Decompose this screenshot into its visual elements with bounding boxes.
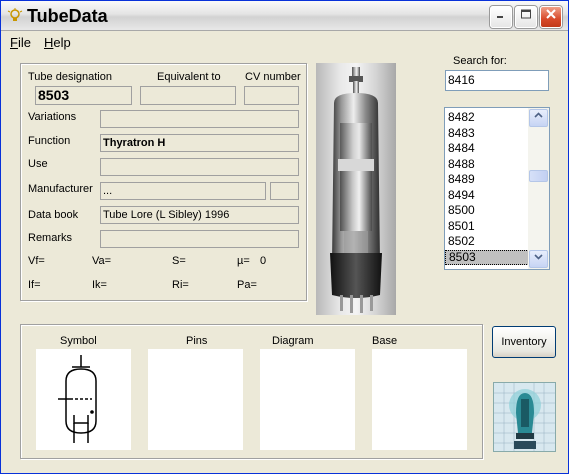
tube-list: 8482 8483 8484 8488 8489 8494 8500 8501 … [445, 110, 529, 265]
list-item[interactable]: 8494 [445, 188, 529, 204]
scroll-down-button[interactable] [529, 250, 548, 268]
maximize-icon [520, 9, 532, 24]
diagram-label: Diagram [272, 335, 314, 347]
window-title: TubeData [27, 6, 108, 26]
pins-box [148, 349, 243, 450]
list-item[interactable]: 8489 [445, 172, 529, 188]
tubedata-logo [493, 382, 556, 452]
close-button[interactable] [540, 6, 562, 28]
param-va: Va= [92, 255, 112, 267]
databook-label: Data book [28, 209, 79, 221]
menu-bar: File Help [1, 32, 568, 52]
equivalent-label: Equivalent to [157, 71, 221, 83]
search-input[interactable]: 8416 [445, 70, 549, 91]
tube-listbox[interactable]: 8482 8483 8484 8488 8489 8494 8500 8501 … [444, 107, 550, 270]
param-ik: Ik= [92, 279, 107, 291]
chevron-up-icon [534, 112, 543, 122]
minimize-icon [495, 9, 507, 24]
use-label: Use [28, 158, 48, 170]
base-box [372, 349, 467, 450]
variations-field[interactable] [100, 110, 299, 128]
maximize-button[interactable] [515, 6, 537, 28]
param-if: If= [28, 279, 41, 291]
param-s: S= [172, 255, 186, 267]
manufacturer-label: Manufacturer [28, 183, 93, 195]
param-ri: Ri= [172, 279, 189, 291]
param-mu-value: 0 [260, 255, 267, 267]
menu-help[interactable]: Help [44, 35, 71, 50]
list-item[interactable]: 8488 [445, 157, 529, 173]
symbol-label: Symbol [60, 335, 97, 347]
chevron-down-icon [534, 254, 543, 263]
variations-label: Variations [28, 111, 77, 123]
remarks-field[interactable] [100, 230, 299, 248]
manufacturer-code-field[interactable] [270, 182, 299, 200]
remarks-label: Remarks [28, 232, 73, 244]
list-scrollbar[interactable] [528, 108, 549, 269]
close-icon [545, 9, 557, 24]
tube-designation-label: Tube designation [28, 71, 112, 83]
main-window: TubeData File Help Tube designation Equi… [0, 0, 569, 474]
diagram-box [260, 349, 355, 450]
title-bar[interactable]: TubeData [1, 1, 568, 31]
list-item[interactable]: 8483 [445, 126, 529, 142]
inventory-button[interactable]: Inventory [492, 326, 556, 358]
cv-number-label: CV number [245, 71, 301, 83]
search-label: Search for: [453, 55, 507, 67]
databook-field[interactable]: Tube Lore (L Sibley) 1996 [100, 206, 299, 224]
list-item[interactable]: 8500 [445, 203, 529, 219]
symbol-box [36, 349, 131, 450]
use-field[interactable] [100, 158, 299, 176]
scroll-thumb[interactable] [529, 170, 548, 182]
function-field[interactable]: Thyratron H [100, 134, 299, 152]
scroll-up-button[interactable] [529, 109, 548, 127]
tube-photo [316, 63, 396, 315]
minimize-button[interactable] [490, 6, 512, 28]
menu-file[interactable]: File [10, 35, 31, 50]
function-label: Function [28, 135, 71, 147]
manufacturer-field[interactable]: ... [100, 182, 266, 200]
list-item-selected[interactable]: 8503 [445, 249, 529, 265]
lightbulb-icon [7, 8, 23, 24]
param-mu: µ= [237, 255, 250, 267]
list-item[interactable]: 8482 [445, 110, 529, 126]
thyratron-symbol-icon [58, 355, 97, 443]
param-vf: Vf= [28, 255, 45, 267]
equivalent-field[interactable] [140, 86, 236, 105]
param-pa: Pa= [237, 279, 257, 291]
tube-designation-field[interactable]: 8503 [35, 86, 132, 105]
base-label: Base [372, 335, 398, 347]
cv-number-field[interactable] [244, 86, 299, 105]
list-item[interactable]: 8501 [445, 219, 529, 235]
list-item[interactable]: 8502 [445, 234, 529, 250]
list-item[interactable]: 8484 [445, 141, 529, 157]
pins-label: Pins [186, 335, 208, 347]
